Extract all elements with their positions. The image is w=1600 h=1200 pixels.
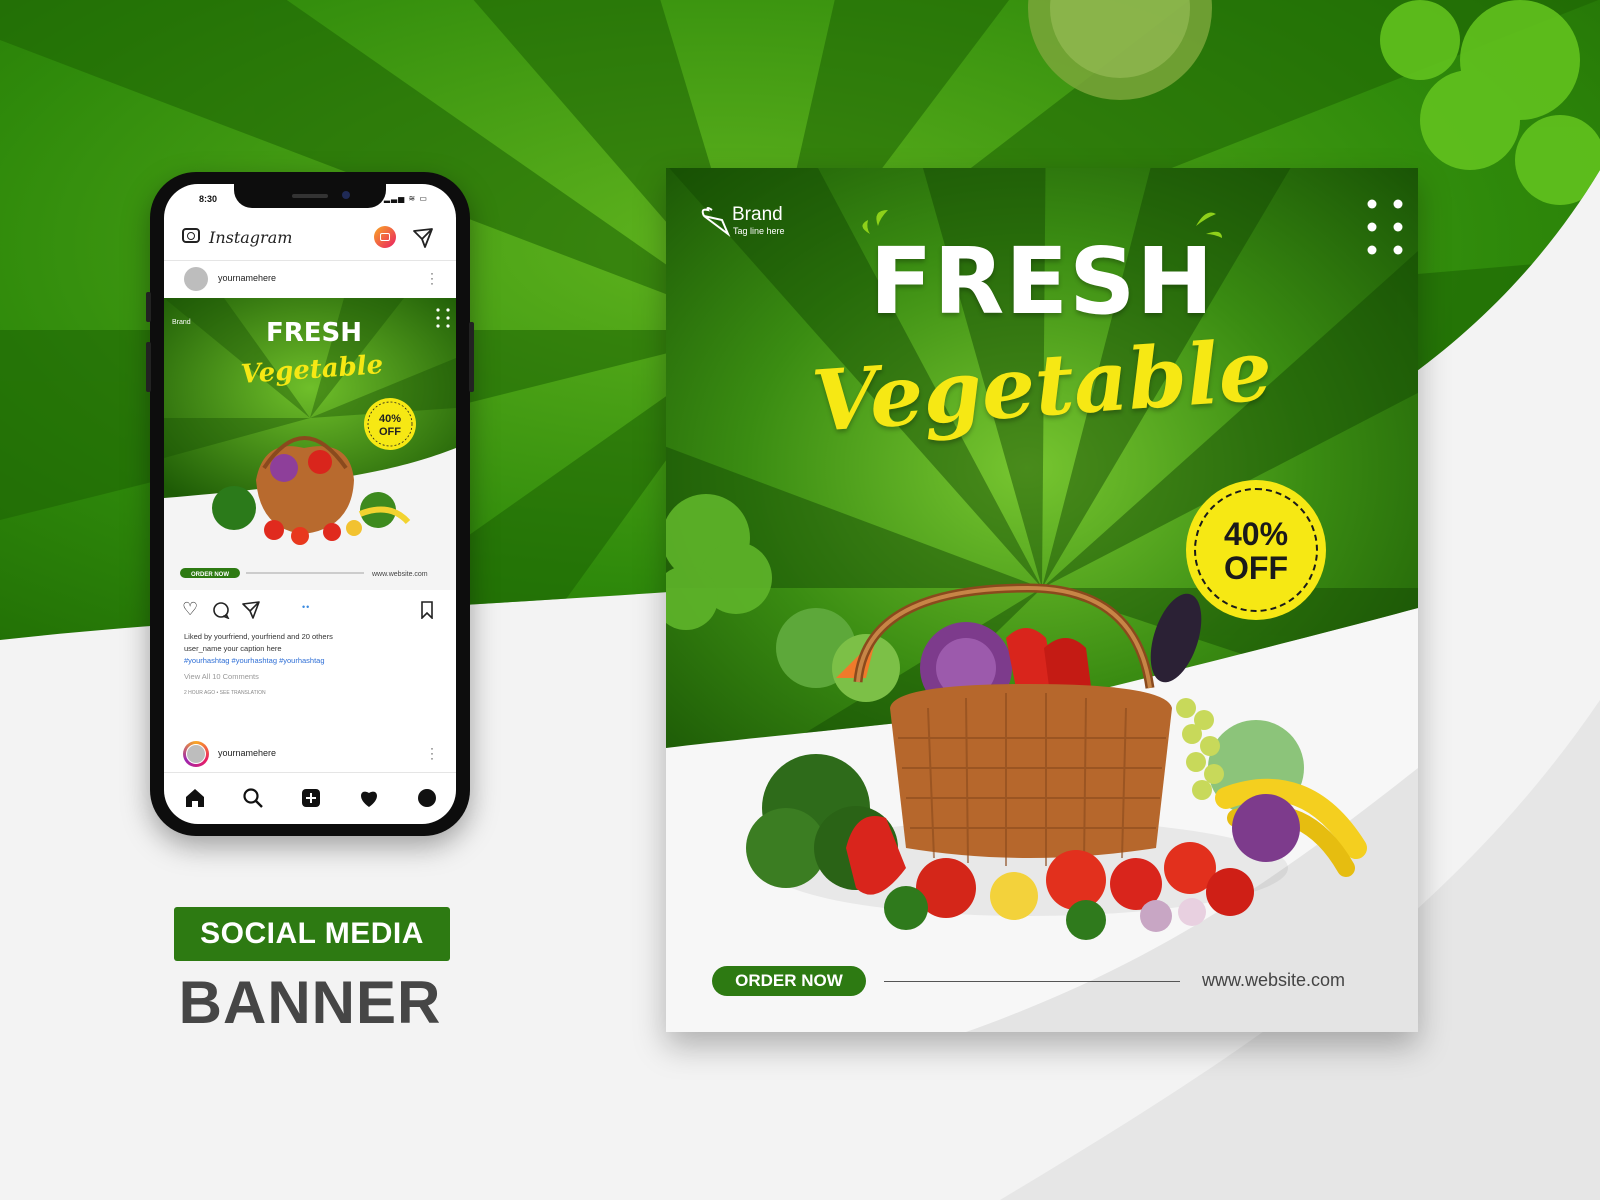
second-post-header: yournamehere · · · (164, 736, 456, 770)
phone-screen: 8:30 ▂▃▅ ≋ ▭ Instagram yournamehere · · · (164, 184, 456, 824)
home-icon[interactable] (184, 787, 206, 809)
svg-text:ORDER NOW: ORDER NOW (191, 572, 229, 578)
svg-text:FRESH: FRESH (266, 318, 362, 348)
post-username[interactable]: yournamehere (218, 748, 276, 758)
divider-line (884, 981, 1180, 982)
search-icon[interactable] (242, 787, 264, 809)
post-username[interactable]: yournamehere (218, 273, 276, 283)
igtv-icon[interactable] (374, 226, 396, 248)
activity-icon[interactable] (358, 787, 380, 809)
post-actions: ♡ •• (164, 596, 456, 624)
social-media-label: SOCIAL MEDIA (174, 907, 450, 961)
caption-likes: Liked by yourfriend, yourfriend and 20 o… (184, 632, 333, 641)
profile-icon[interactable] (416, 787, 438, 809)
caption-text: user_name your caption here (184, 644, 282, 653)
phone-button (146, 342, 151, 392)
comment-icon[interactable] (212, 601, 230, 619)
post-header: yournamehere · · · (164, 260, 456, 295)
svg-text:Brand: Brand (172, 319, 191, 326)
add-post-icon[interactable] (300, 787, 322, 809)
bottom-nav (164, 772, 456, 821)
svg-text:www.website.com: www.website.com (371, 571, 428, 578)
send-icon[interactable] (412, 227, 434, 249)
status-time: 8:30 (199, 194, 218, 204)
camera-icon[interactable] (182, 228, 200, 243)
order-now-button[interactable]: ORDER NOW (712, 966, 866, 996)
svg-text:40%: 40% (379, 413, 401, 425)
instagram-header: Instagram (164, 218, 456, 258)
share-icon[interactable] (242, 601, 260, 619)
bookmark-icon[interactable] (420, 601, 434, 619)
phone-notch (234, 184, 386, 208)
caption-hashtags[interactable]: #yourhashtag #yourhashtag #yourhashtag (184, 656, 325, 665)
website-link[interactable]: www.website.com (1202, 970, 1345, 991)
discount-badge: 40% OFF (1186, 480, 1326, 620)
view-comments-link[interactable]: View All 10 Comments (184, 672, 259, 681)
more-options-icon[interactable]: · · · (430, 742, 434, 764)
post-image[interactable]: FRESH Vegetable 40% OFF Brand ORDER NOW … (164, 298, 456, 590)
banner-label: BANNER (178, 969, 442, 1036)
more-options-icon[interactable]: · · · (430, 267, 434, 289)
phone-button (469, 322, 474, 392)
discount-label: OFF (1224, 550, 1288, 586)
app-logo: Instagram (209, 228, 293, 247)
carousel-dots: •• (302, 602, 311, 612)
heart-icon[interactable]: ♡ (182, 600, 198, 618)
discount-percent: 40% (1223, 516, 1289, 552)
phone-button (146, 292, 151, 322)
brand-name: Brand (732, 204, 783, 225)
status-icons: ▂▃▅ ≋ ▭ (383, 194, 428, 203)
avatar[interactable] (184, 267, 208, 291)
avatar[interactable] (183, 741, 209, 767)
vegetable-banner: Brand Tag line here FRESH Vegetable 40% … (666, 168, 1418, 1032)
caption-time: 2 HOUR AGO • SEE TRANSLATION (184, 690, 266, 696)
svg-text:OFF: OFF (379, 426, 401, 438)
mini-banner-artwork: FRESH Vegetable 40% OFF Brand ORDER NOW … (164, 298, 456, 590)
phone-mockup: 8:30 ▂▃▅ ≋ ▭ Instagram yournamehere · · · (146, 172, 474, 836)
